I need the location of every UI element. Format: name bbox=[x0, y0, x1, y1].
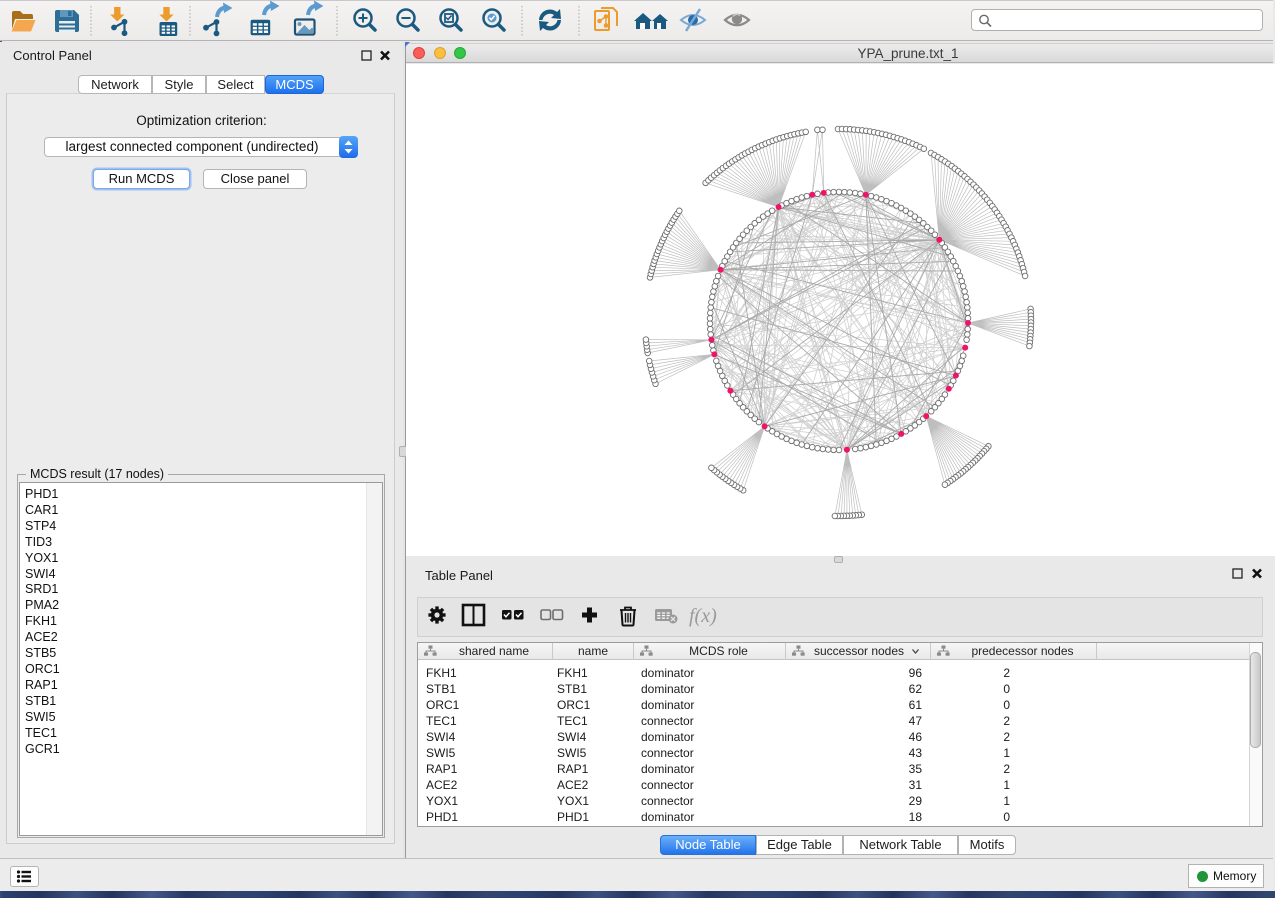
svg-text:f(x): f(x) bbox=[689, 605, 717, 627]
